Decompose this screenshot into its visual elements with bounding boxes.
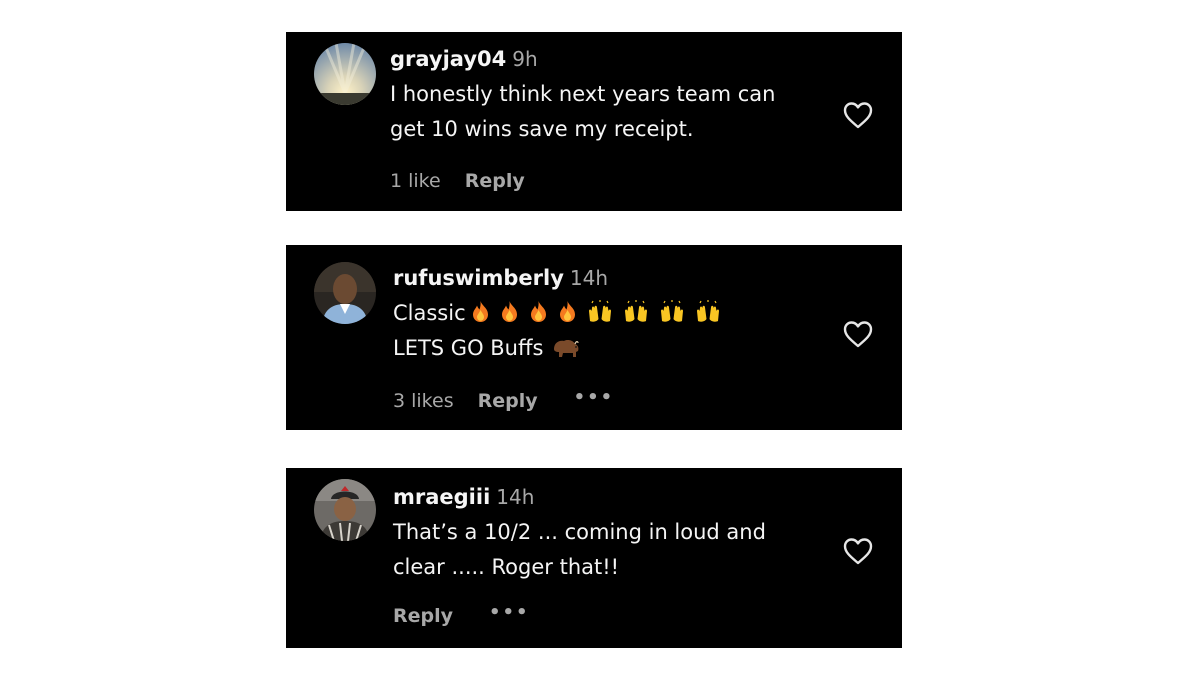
screenshot-stage: grayjay04 9h I honestly think next years … <box>0 0 1200 675</box>
username[interactable]: grayjay04 <box>390 47 506 71</box>
avatar-image <box>314 479 376 541</box>
raised-hands-emoji <box>696 300 719 322</box>
comment-body: rufuswimberly 14h Classic LETS GO Buffs <box>393 263 833 366</box>
comment-header: rufuswimberly 14h <box>393 263 833 293</box>
comment-line: clear ..... Roger that!! <box>393 555 620 579</box>
comment-body: mraegiii 14h That’s a 10/2 ... coming in … <box>393 482 833 585</box>
heart-outline-icon[interactable] <box>842 100 874 130</box>
likes-count[interactable]: 1 like <box>390 170 441 192</box>
more-options-icon[interactable]: ••• <box>489 602 530 623</box>
avatar-image <box>314 262 376 324</box>
more-options-icon[interactable]: ••• <box>574 387 615 408</box>
comment-header: grayjay04 9h <box>390 44 830 74</box>
comment-actions: 1 like Reply <box>390 170 525 192</box>
comment-line: get 10 wins save my receipt. <box>390 117 694 141</box>
avatar[interactable] <box>314 43 376 105</box>
avatar-image <box>314 43 376 105</box>
comment-header: mraegiii 14h <box>393 482 833 512</box>
timestamp: 9h <box>512 47 538 71</box>
reply-button[interactable]: Reply <box>478 390 538 412</box>
raised-hands-emoji <box>588 300 611 322</box>
comment-card: rufuswimberly 14h Classic LETS GO Buffs 3… <box>286 245 902 430</box>
comment-body: grayjay04 9h I honestly think next years … <box>390 44 830 147</box>
comment-text: I honestly think next years team can get… <box>390 77 830 147</box>
fire-emoji <box>501 301 517 322</box>
comment-text: Classic LETS GO Buffs <box>393 296 833 366</box>
comment-actions: 3 likes Reply ••• <box>393 387 615 413</box>
comment-actions: Reply ••• <box>393 602 530 628</box>
comment-line: That’s a 10/2 ... coming in loud and <box>393 520 766 544</box>
raised-hands-emoji <box>624 300 647 322</box>
avatar[interactable] <box>314 262 376 324</box>
comment-text: That’s a 10/2 ... coming in loud and cle… <box>393 515 833 585</box>
comment-card: mraegiii 14h That’s a 10/2 ... coming in … <box>286 468 902 648</box>
comment-line: I honestly think next years team can <box>390 82 776 106</box>
heart-outline-icon[interactable] <box>842 536 874 566</box>
username[interactable]: rufuswimberly <box>393 266 564 290</box>
raised-hands-emoji <box>660 300 683 322</box>
reply-button[interactable]: Reply <box>465 170 525 192</box>
comment-line-text: LETS GO Buffs <box>393 336 544 360</box>
fire-emoji <box>472 301 488 322</box>
username[interactable]: mraegiii <box>393 485 490 509</box>
timestamp: 14h <box>496 485 535 509</box>
comment-card: grayjay04 9h I honestly think next years … <box>286 32 902 211</box>
fire-emoji <box>559 301 575 322</box>
timestamp: 14h <box>569 266 609 290</box>
heart-outline-icon[interactable] <box>842 319 874 349</box>
comment-line: LETS GO Buffs <box>393 331 833 366</box>
reply-button[interactable]: Reply <box>393 605 453 627</box>
likes-count[interactable]: 3 likes <box>393 390 454 412</box>
comment-line-text: Classic <box>393 301 466 325</box>
comment-line: Classic <box>393 296 833 331</box>
bison-emoji <box>554 340 580 357</box>
avatar[interactable] <box>314 479 376 541</box>
fire-emoji <box>530 301 546 322</box>
